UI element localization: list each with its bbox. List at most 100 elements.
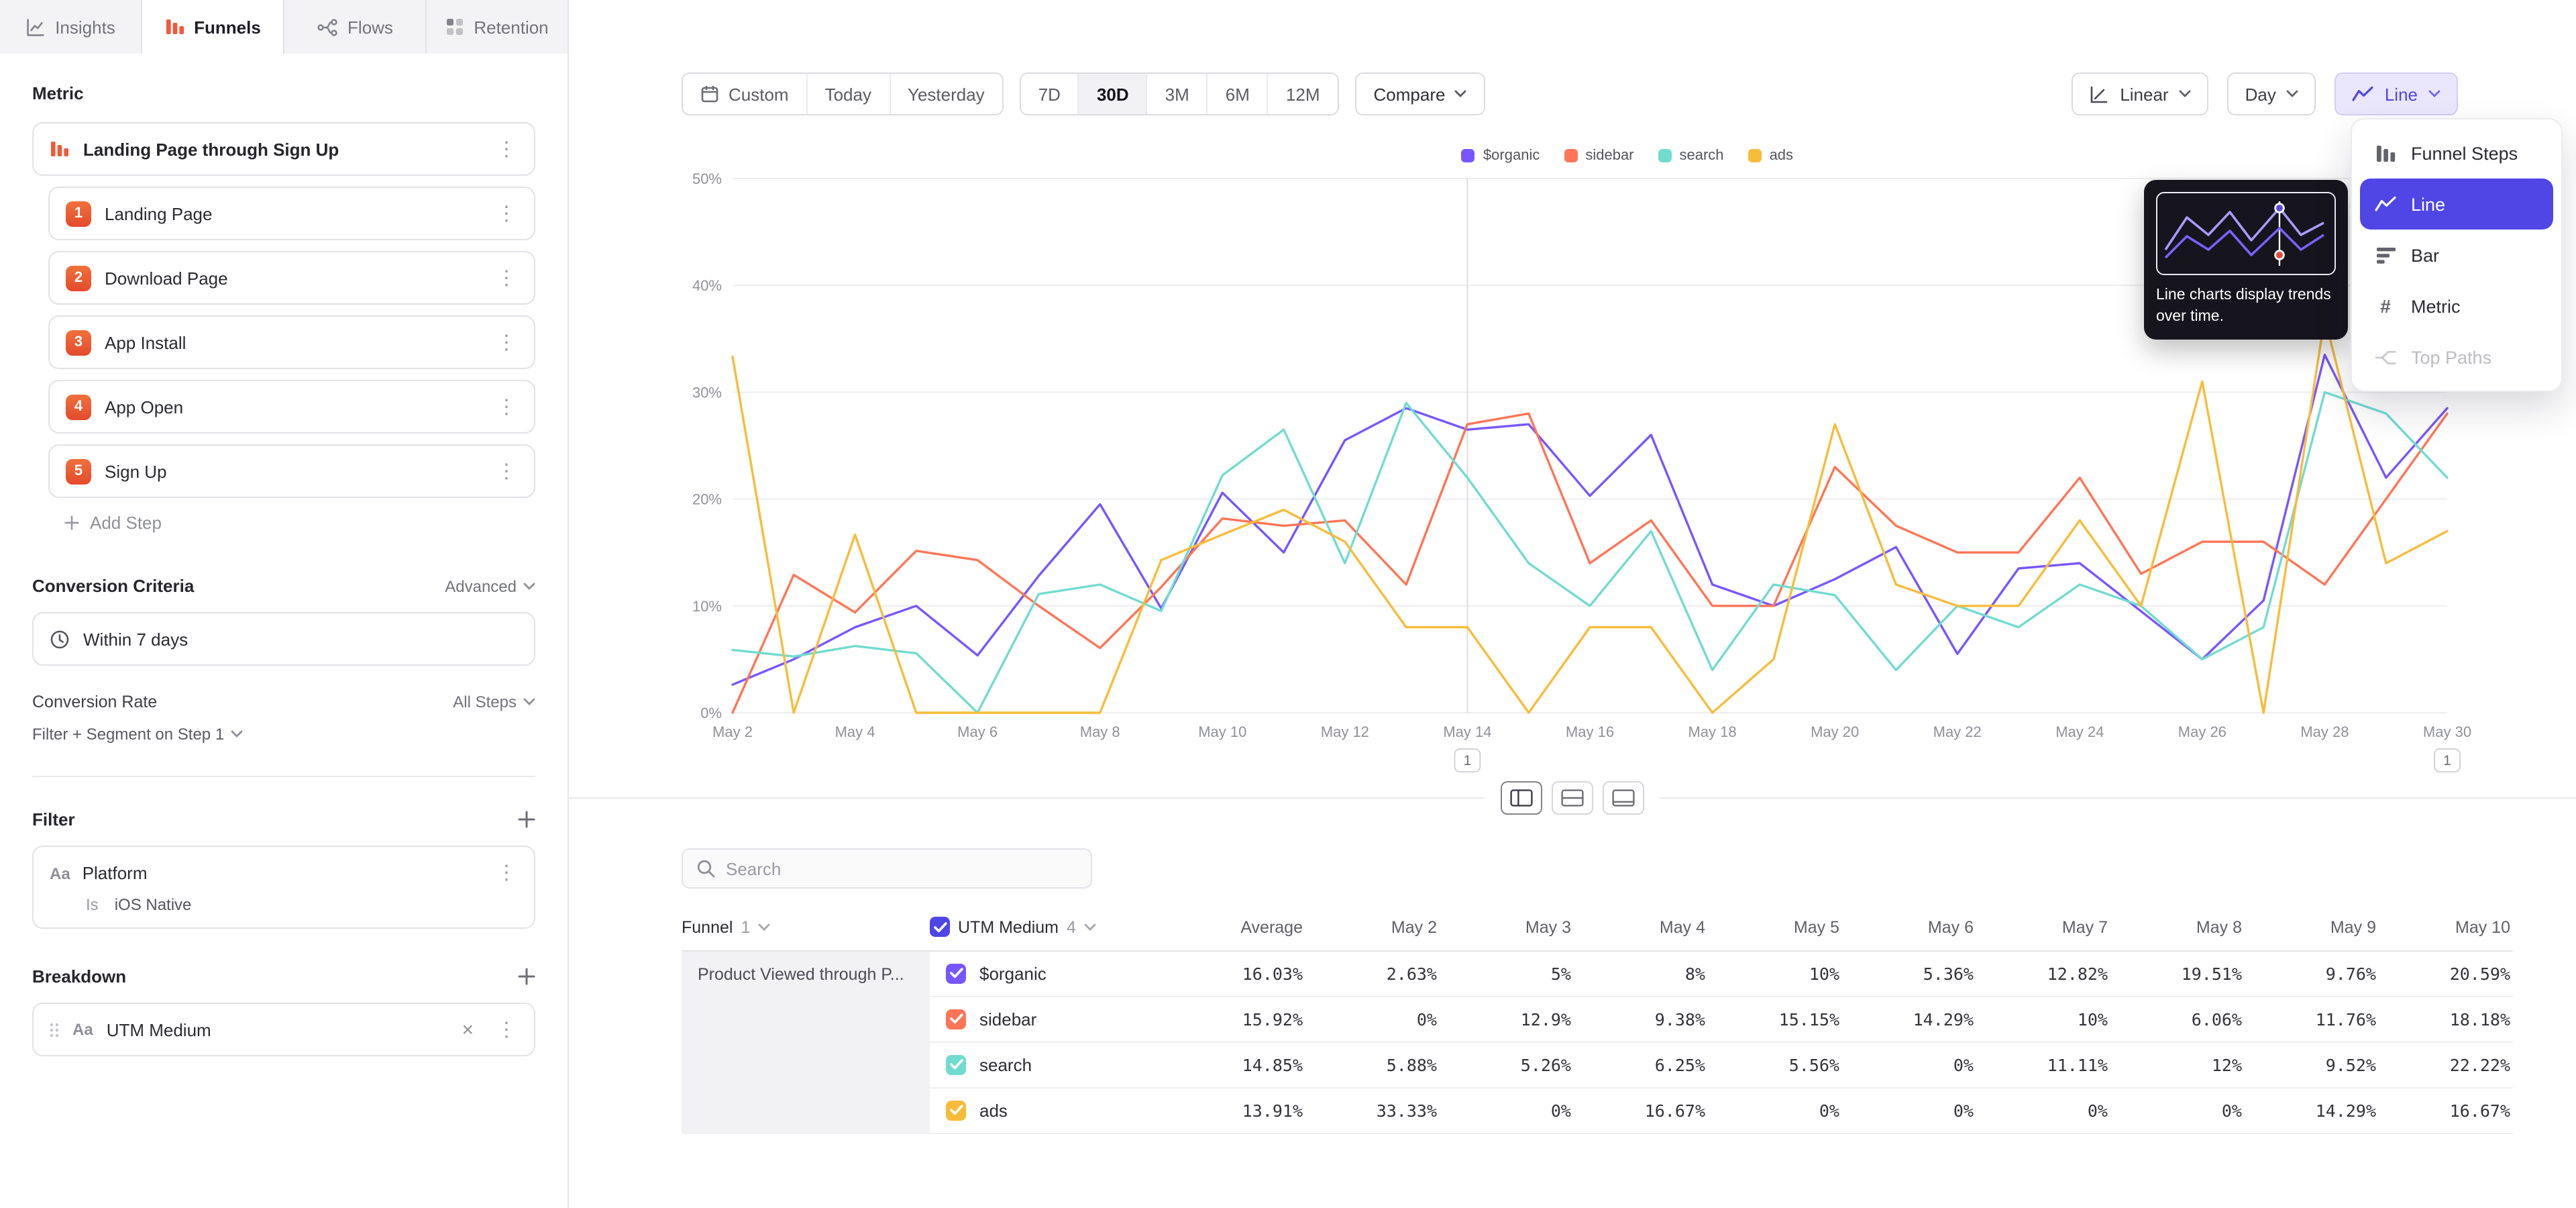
utm-select-all-checkbox[interactable] [930, 917, 950, 938]
funnel-group-cell: Product Viewed through P... [682, 950, 930, 1133]
range-3M-button[interactable]: 3M [1148, 74, 1208, 114]
layout-stacked-view-button[interactable] [1552, 781, 1593, 815]
all-steps-dropdown[interactable]: All Steps [453, 693, 535, 711]
series-checkbox[interactable] [946, 1100, 966, 1120]
breakdown-label: Breakdown [32, 966, 126, 987]
table-value-cell: 0% [1440, 1087, 1574, 1133]
kebab-menu-icon[interactable]: ⋮ [490, 458, 523, 484]
interval-dropdown[interactable]: Day [2228, 72, 2316, 115]
range-12M-button[interactable]: 12M [1269, 74, 1338, 114]
filter-segment-dropdown[interactable]: Filter + Segment on Step 1 [32, 725, 535, 744]
add-step-button[interactable]: Add Step [48, 498, 535, 533]
add-step-label: Add Step [90, 513, 162, 533]
table-value-cell: 5.88% [1305, 1042, 1440, 1087]
yesterday-button[interactable]: Yesterday [890, 74, 1002, 114]
svg-text:May 24: May 24 [2055, 723, 2104, 740]
column-header-may-7: May 7 [1976, 905, 2110, 950]
chevron-down-icon [758, 923, 770, 932]
table-value-cell: 0% [1842, 1042, 1976, 1087]
menu-item-bar[interactable]: Bar [2360, 230, 2553, 281]
svg-text:50%: 50% [692, 170, 722, 187]
conversion-criteria-label: Conversion Criteria [32, 576, 194, 596]
menu-item-label: Line [2411, 194, 2445, 214]
add-filter-button[interactable] [518, 811, 535, 828]
funnel-title-row[interactable]: Landing Page through Sign Up ⋮ [32, 122, 535, 176]
table-value-cell: 2.63% [1305, 950, 1440, 996]
table-value-cell: 6.06% [2110, 996, 2245, 1042]
breakdown-item-card[interactable]: Aa UTM Medium × ⋮ [32, 1003, 535, 1056]
mini-line-chart-preview [2156, 192, 2336, 275]
range-7D-button[interactable]: 7D [1021, 74, 1079, 114]
svg-text:May 8: May 8 [1080, 723, 1120, 740]
menu-item-metric[interactable]: # Metric [2360, 281, 2553, 332]
range-6M-button[interactable]: 6M [1208, 74, 1269, 114]
drag-handle-icon[interactable] [50, 1022, 59, 1037]
conversion-window-row[interactable]: Within 7 days [32, 612, 535, 666]
kebab-menu-icon[interactable]: ⋮ [490, 1017, 523, 1042]
tab-flows[interactable]: Flows [284, 0, 427, 54]
advanced-dropdown[interactable]: Advanced [445, 576, 535, 595]
filter-value[interactable]: iOS Native [115, 895, 192, 914]
funnel-step-row[interactable]: 5 Sign Up ⋮ [48, 444, 535, 498]
table-value-cell: 10% [1708, 950, 1842, 996]
series-checkbox[interactable] [946, 963, 966, 983]
series-checkbox[interactable] [946, 1054, 966, 1074]
column-header-may-9: May 9 [2245, 905, 2379, 950]
tab-insights[interactable]: Insights [0, 0, 142, 54]
layout-split-view-button[interactable] [1501, 781, 1542, 815]
column-header-may-4: May 4 [1574, 905, 1708, 950]
chevron-down-icon [2428, 90, 2440, 98]
funnel-step-row[interactable]: 1 Landing Page ⋮ [48, 187, 535, 240]
series-row-label-cell: sidebar [930, 996, 1158, 1042]
filter-item-card[interactable]: Aa Platform ⋮ Is iOS Native [32, 846, 535, 929]
kebab-menu-icon[interactable]: ⋮ [490, 136, 523, 162]
clock-icon [50, 629, 70, 649]
table-value-cell: 16.67% [1574, 1087, 1708, 1133]
check-icon [933, 922, 947, 933]
today-button[interactable]: Today [808, 74, 890, 114]
kebab-menu-icon[interactable]: ⋮ [490, 201, 523, 226]
kebab-menu-icon[interactable]: ⋮ [490, 860, 523, 886]
svg-text:10%: 10% [692, 598, 722, 615]
step-label: Download Page [105, 268, 228, 288]
kebab-menu-icon[interactable]: ⋮ [490, 330, 523, 355]
column-header-may-6: May 6 [1842, 905, 1976, 950]
menu-item-line[interactable]: Line [2360, 179, 2553, 230]
funnel-step-row[interactable]: 4 App Open ⋮ [48, 380, 535, 434]
svg-text:May 26: May 26 [2178, 723, 2226, 740]
filter-operator: Is [86, 895, 99, 914]
table-value-cell: 12.9% [1440, 996, 1574, 1042]
step-number-badge: 3 [66, 330, 91, 355]
breakdown-table: Funnel1 UTM Medium4 AverageMay 2May 3May… [682, 905, 2576, 1134]
layout-full-view-button[interactable] [1603, 781, 1644, 815]
series-checkbox[interactable] [946, 1009, 966, 1029]
svg-text:May 20: May 20 [1811, 723, 1859, 740]
column-header-may-3: May 3 [1440, 905, 1574, 950]
funnel-step-row[interactable]: 2 Download Page ⋮ [48, 251, 535, 305]
chevron-down-icon [2180, 90, 2192, 98]
svg-text:May 12: May 12 [1321, 723, 1369, 740]
column-header-may-2: May 2 [1305, 905, 1440, 950]
filter-label: Filter [32, 809, 75, 829]
scale-dropdown[interactable]: Linear [2072, 72, 2208, 115]
tab-funnels[interactable]: Funnels [142, 0, 284, 54]
chart-type-dropdown[interactable]: Line [2335, 72, 2458, 115]
tab-retention[interactable]: Retention [427, 0, 568, 54]
kebab-menu-icon[interactable]: ⋮ [490, 265, 523, 291]
funnel-column-header[interactable]: Funnel1 [682, 905, 930, 950]
breakdown-column-header[interactable]: UTM Medium4 [930, 905, 1158, 950]
add-breakdown-button[interactable] [518, 968, 535, 985]
check-icon [949, 968, 963, 978]
app-root: Insights Funnels Flows Retention Metric … [0, 0, 2576, 1208]
funnel-step-row[interactable]: 3 App Install ⋮ [48, 315, 535, 369]
kebab-menu-icon[interactable]: ⋮ [490, 394, 523, 419]
custom-date-button[interactable]: Custom [683, 74, 808, 114]
compare-button[interactable]: Compare [1356, 74, 1485, 114]
table-value-cell: 19.51% [2110, 950, 2245, 996]
menu-item-funnel-steps[interactable]: Funnel Steps [2360, 128, 2553, 179]
table-value-cell: 15.15% [1708, 996, 1842, 1042]
range-30D-button[interactable]: 30D [1079, 74, 1148, 114]
linear-scale-icon [2089, 84, 2109, 104]
remove-breakdown-icon[interactable]: × [459, 1018, 476, 1041]
search-input[interactable] [726, 858, 1077, 878]
